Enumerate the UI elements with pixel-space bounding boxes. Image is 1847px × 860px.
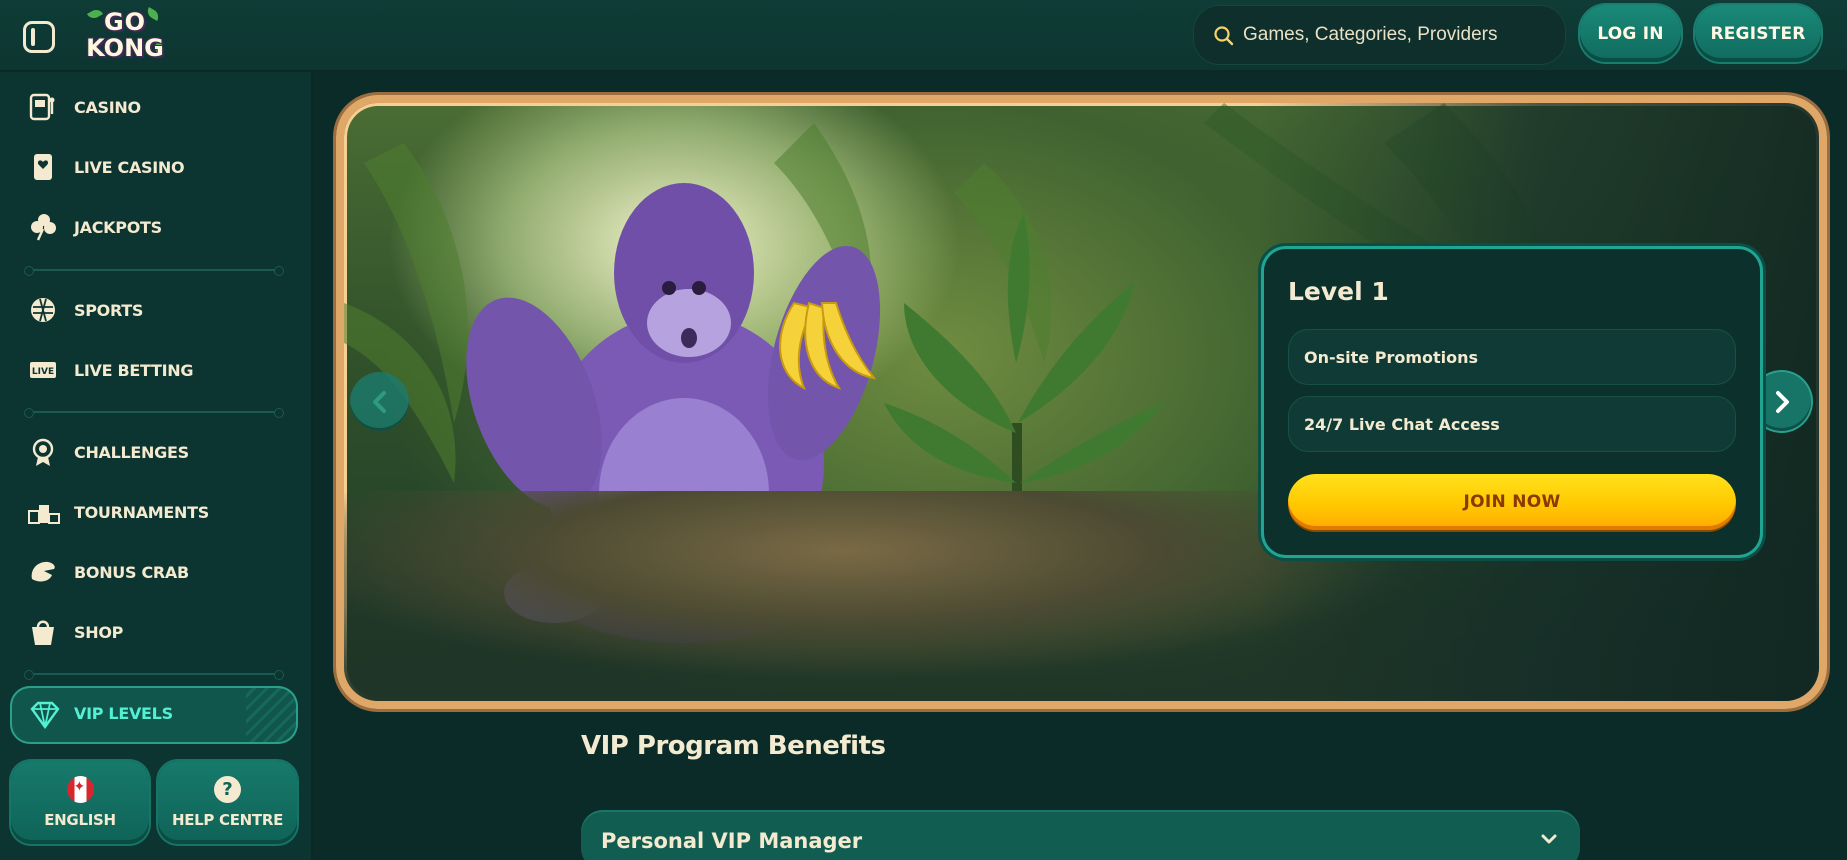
logo-text-go: GO xyxy=(103,8,147,36)
sidebar-item-label: BONUS CRAB xyxy=(74,562,189,582)
playing-card-icon xyxy=(34,154,52,180)
chevron-down-icon xyxy=(1541,834,1557,844)
carousel-prev-button[interactable] xyxy=(350,372,409,431)
sidebar-item-label: SPORTS xyxy=(74,300,144,320)
vip-level-card: Level 1 On-site Promotions 24/7 Live Cha… xyxy=(1264,249,1760,555)
sidebar-item-label: SHOP xyxy=(74,622,124,642)
crab-claw-icon xyxy=(31,561,55,582)
live-badge-text: LIVE xyxy=(32,367,54,377)
benefit-accordion-item[interactable]: Personal VIP Manager xyxy=(581,810,1580,860)
sidebar-item-live-casino[interactable]: LIVE CASINO xyxy=(28,147,288,187)
language-button[interactable]: ENGLISH xyxy=(11,761,149,844)
decorative-stripes xyxy=(246,686,298,744)
diamond-icon xyxy=(30,701,60,730)
search-icon xyxy=(1214,26,1234,46)
carousel-next-button[interactable] xyxy=(1752,372,1811,431)
sidebar-item-vip-levels[interactable]: VIP LEVELS xyxy=(10,686,298,744)
gokong-logo[interactable]: GO KONG xyxy=(82,4,168,66)
sidebar-divider xyxy=(24,670,284,680)
sidebar-item-challenges[interactable]: CHALLENGES xyxy=(28,432,288,472)
sidebar-item-sports[interactable]: SPORTS xyxy=(28,290,288,330)
level-benefit-item: 24/7 Live Chat Access xyxy=(1288,396,1736,452)
level-benefit-item: On-site Promotions xyxy=(1288,329,1736,385)
sidebar-item-label: TOURNAMENTS xyxy=(74,502,209,522)
accordion-label: Personal VIP Manager xyxy=(601,829,863,853)
question-mark-icon: ? xyxy=(214,776,241,803)
chevron-right-icon xyxy=(1775,390,1789,413)
help-centre-label: HELP CENTRE xyxy=(171,811,284,829)
sidebar-item-shop[interactable]: SHOP xyxy=(28,612,288,652)
sidebar-item-label: LIVE BETTING xyxy=(74,360,194,380)
help-centre-button[interactable]: ? HELP CENTRE xyxy=(158,761,297,844)
sidebar-item-casino[interactable]: CASINO xyxy=(28,87,288,127)
clover-icon xyxy=(31,214,56,241)
sidebar-divider xyxy=(24,266,284,276)
medal-icon xyxy=(32,438,54,466)
login-button[interactable]: LOG IN xyxy=(1580,5,1681,62)
canada-flag-icon xyxy=(66,776,94,803)
logo-text-kong: KONG xyxy=(86,34,164,62)
language-label: ENGLISH xyxy=(44,811,116,829)
sidebar-item-jackpots[interactable]: JACKPOTS xyxy=(28,207,288,247)
slot-machine-icon xyxy=(29,93,55,121)
sidebar-item-label: JACKPOTS xyxy=(74,217,162,237)
search-placeholder: Games, Categories, Providers xyxy=(1243,24,1498,45)
live-badge-icon: LIVE xyxy=(30,362,56,378)
sidebar-divider xyxy=(24,408,284,418)
level-title: Level 1 xyxy=(1288,277,1389,306)
sidebar-item-label: CASINO xyxy=(74,97,141,117)
sidebar-item-label: VIP LEVELS xyxy=(74,704,173,723)
sidebar-item-label: LIVE CASINO xyxy=(74,157,185,177)
ball-icon xyxy=(31,298,55,322)
search-input[interactable]: Games, Categories, Providers xyxy=(1193,5,1566,65)
shopping-bag-icon xyxy=(32,620,54,645)
register-button[interactable]: REGISTER xyxy=(1695,5,1821,62)
top-bar: GO KONG Games, Categories, Providers LOG… xyxy=(0,0,1847,72)
sidebar-item-bonus-crab[interactable]: BONUS CRAB xyxy=(28,552,288,592)
sidebar-toggle-icon[interactable] xyxy=(23,21,55,53)
chevron-left-icon xyxy=(372,390,386,413)
join-now-button[interactable]: JOIN NOW xyxy=(1288,474,1736,530)
sidebar-item-tournaments[interactable]: TOURNAMENTS xyxy=(28,492,288,532)
sidebar-item-label: CHALLENGES xyxy=(74,442,189,462)
podium-icon xyxy=(28,505,60,524)
section-title: VIP Program Benefits xyxy=(581,731,886,761)
sidebar-item-live-betting[interactable]: LIVE LIVE BETTING xyxy=(28,350,288,390)
